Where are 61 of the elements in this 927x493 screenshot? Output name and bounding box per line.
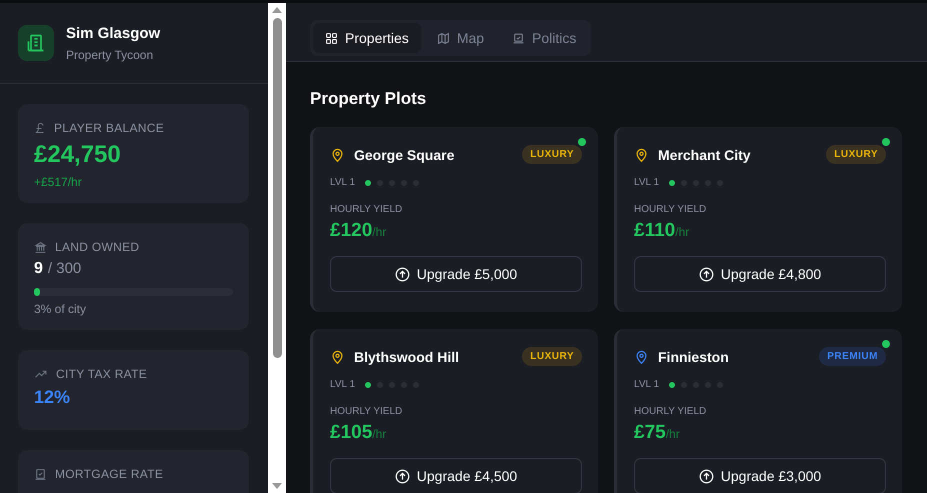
yield-unit: /hr — [372, 427, 386, 441]
pound-icon — [34, 121, 46, 135]
stat-label: PLAYER BALANCE — [54, 121, 164, 135]
level-label: LVL 1 — [330, 177, 356, 188]
ballot-icon — [512, 32, 526, 44]
yield-unit: /hr — [666, 427, 680, 441]
property-name: Merchant City — [658, 146, 752, 162]
property-name: Finnieston — [658, 348, 730, 364]
stat-note: +£517/hr — [34, 175, 83, 189]
stat-label: MORTGAGE RATE — [55, 467, 164, 481]
map-pin-icon — [634, 348, 649, 364]
yield-label: HOURLY YIELD — [330, 204, 404, 215]
grid-icon — [325, 32, 338, 44]
upgrade-button[interactable]: Upgrade £3,000 — [634, 458, 886, 493]
yield-value: £120 — [330, 220, 372, 242]
level-label: LVL 1 — [330, 379, 356, 390]
section-heading: Property Plots — [310, 89, 428, 109]
yield-value: £105 — [330, 422, 372, 444]
map-pin-icon — [330, 146, 345, 162]
stat-value: 12% — [34, 387, 70, 408]
tier-badge: LUXURY — [826, 145, 886, 164]
arrow-up-circle-icon — [698, 468, 714, 484]
level-label: LVL 1 — [634, 177, 660, 188]
tier-badge: LUXURY — [522, 145, 582, 164]
yield-value: £75 — [634, 422, 666, 444]
level-label: LVL 1 — [634, 379, 660, 390]
yield-unit: /hr — [675, 225, 690, 239]
tier-badge: PREMIUM — [819, 347, 886, 366]
scrollbar[interactable] — [268, 3, 286, 493]
upgrade-button[interactable]: Upgrade £4,800 — [634, 256, 886, 292]
yield-value: £110 — [634, 220, 676, 242]
app-subtitle: Property Tycoon — [66, 48, 154, 62]
yield-label: HOURLY YIELD — [634, 406, 708, 417]
app-title: Sim Glasgow — [66, 24, 160, 42]
building-icon — [18, 25, 54, 61]
bank-icon — [34, 240, 47, 254]
yield-label: HOURLY YIELD — [330, 406, 404, 417]
stat-value: 9 — [34, 260, 43, 278]
receipt-icon — [34, 468, 47, 480]
stat-value: £24,750 — [34, 141, 121, 169]
yield-unit: /hr — [372, 225, 386, 239]
tab[interactable]: Politics — [500, 23, 588, 53]
trend-up-icon — [34, 368, 48, 380]
map-pin-icon — [634, 146, 649, 162]
property-name: Blythswood Hill — [354, 348, 460, 364]
map-pin-icon — [330, 348, 345, 364]
map-icon — [436, 32, 450, 44]
yield-label: HOURLY YIELD — [634, 204, 708, 215]
stat-note: 3% of city — [34, 302, 88, 316]
tab[interactable]: Properties — [313, 23, 421, 53]
arrow-up-circle-icon — [394, 266, 410, 282]
tab[interactable]: Map — [424, 23, 496, 53]
stat-total: / 300 — [48, 260, 82, 277]
upgrade-button[interactable]: Upgrade £5,000 — [330, 256, 582, 292]
arrow-up-circle-icon — [698, 266, 714, 282]
property-name: George Square — [354, 146, 456, 162]
upgrade-button[interactable]: Upgrade £4,500 — [330, 458, 582, 493]
arrow-up-circle-icon — [394, 468, 410, 484]
stat-label: LAND OWNED — [55, 240, 140, 254]
stat-label: CITY TAX RATE — [56, 367, 148, 381]
tier-badge: LUXURY — [522, 347, 582, 366]
